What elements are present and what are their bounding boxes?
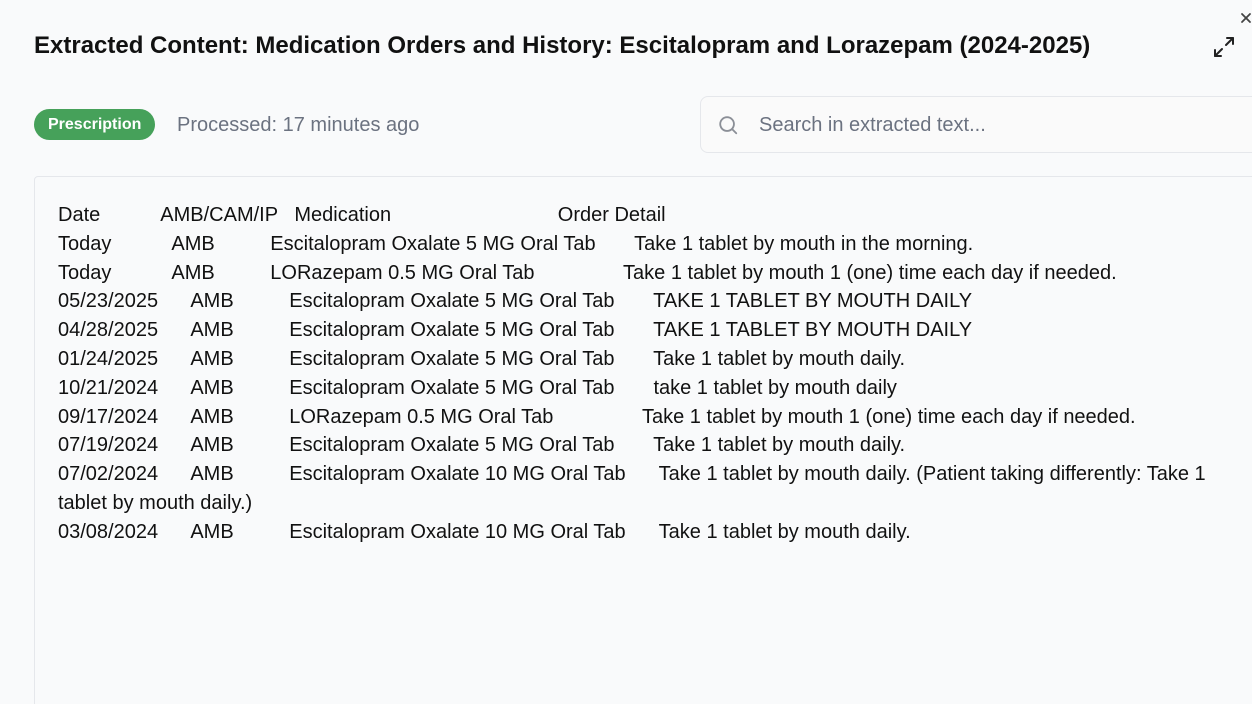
extracted-text: Date AMB/CAM/IP Medication Order Detail … [58,204,1206,543]
page-title: Extracted Content: Medication Orders and… [34,32,1091,59]
expand-icon[interactable] [1212,35,1236,59]
search-box[interactable] [700,96,1252,153]
processed-status: Processed: 17 minutes ago [177,114,420,136]
close-icon[interactable] [1238,8,1252,26]
document-type-badge: Prescription [34,109,156,140]
extracted-text-panel: Date AMB/CAM/IP Medication Order Detail … [34,176,1252,704]
extracted-content-modal: Extracted Content: Medication Orders and… [0,0,1252,704]
search-input[interactable] [759,105,1239,145]
search-icon [717,114,739,136]
